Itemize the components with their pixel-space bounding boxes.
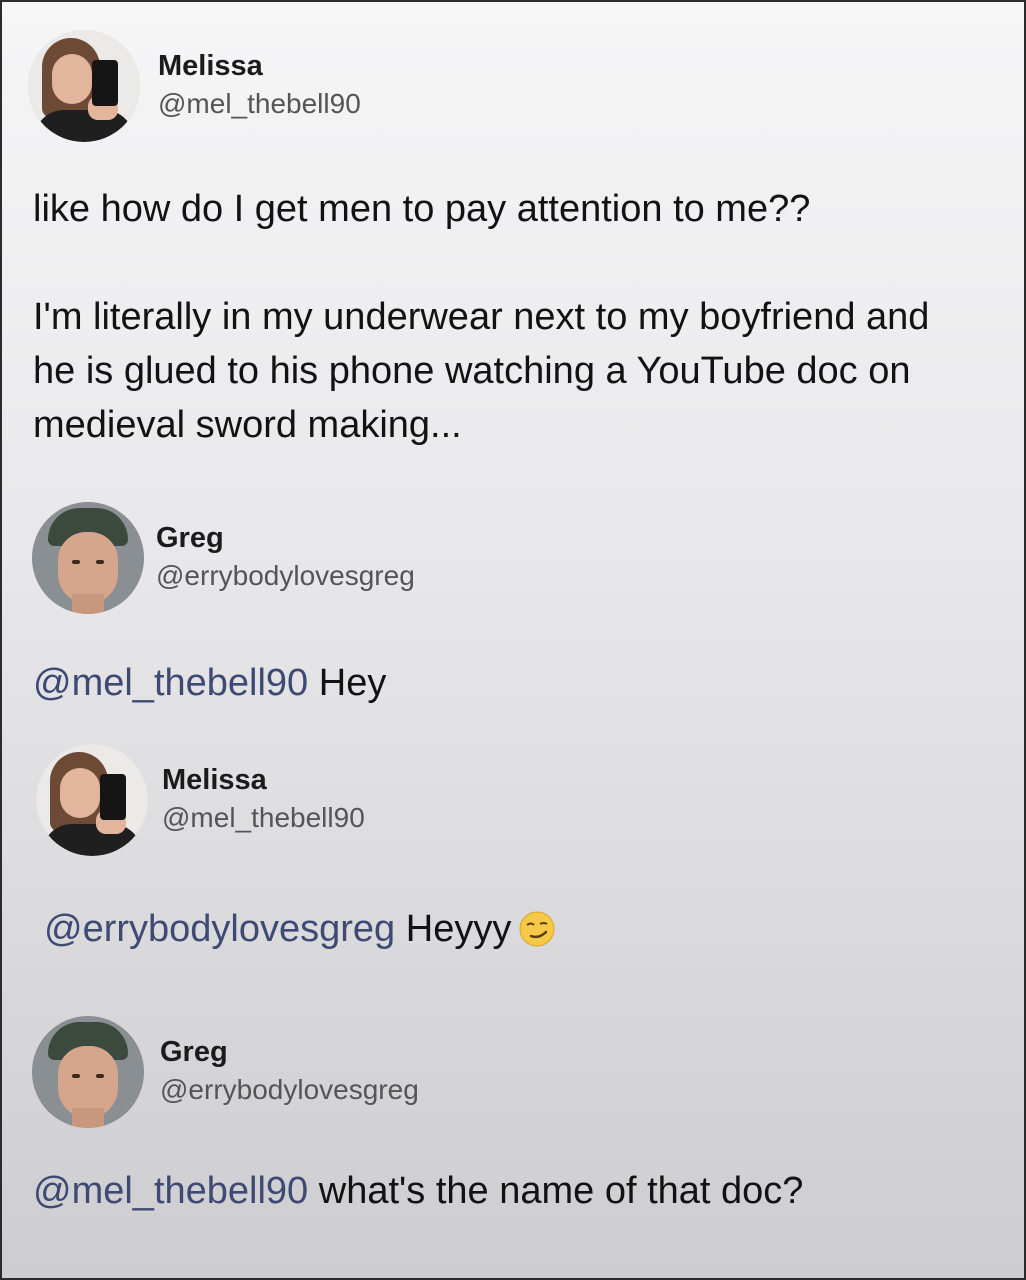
post-text: @mel_thebell90 Hey (33, 656, 386, 710)
post-header: Melissa @mel_thebell90 (36, 744, 365, 856)
post-paragraph: I'm literally in my underwear next to my… (33, 296, 930, 446)
post-header: Greg @errybodylovesgreg (32, 1016, 419, 1128)
mention-link[interactable]: @errybodylovesgreg (44, 908, 395, 950)
display-name[interactable]: Melissa (158, 48, 361, 84)
mention-link[interactable]: @mel_thebell90 (33, 1170, 308, 1212)
smirking-face-icon (519, 908, 555, 962)
reply-text: Heyyy (395, 908, 512, 950)
avatar[interactable] (32, 1016, 144, 1128)
display-name[interactable]: Greg (160, 1034, 419, 1070)
handle[interactable]: @errybodylovesgreg (156, 556, 415, 596)
post-header: Greg @errybodylovesgreg (32, 502, 415, 614)
post-text: @errybodylovesgreg Heyyy (44, 902, 555, 962)
mention-link[interactable]: @mel_thebell90 (33, 662, 308, 704)
reply-text: Hey (308, 662, 387, 704)
avatar[interactable] (28, 30, 140, 142)
avatar[interactable] (36, 744, 148, 856)
reply-text: what's the name of that doc? (308, 1170, 804, 1212)
post-header: Melissa @mel_thebell90 (28, 30, 361, 142)
handle[interactable]: @errybodylovesgreg (160, 1070, 419, 1110)
handle[interactable]: @mel_thebell90 (158, 84, 361, 124)
avatar[interactable] (32, 502, 144, 614)
display-name[interactable]: Greg (156, 520, 415, 556)
display-name[interactable]: Melissa (162, 762, 365, 798)
handle[interactable]: @mel_thebell90 (162, 798, 365, 838)
post-paragraph: like how do I get men to pay attention t… (33, 188, 811, 230)
post-text: @mel_thebell90 what's the name of that d… (33, 1164, 803, 1218)
post-text: like how do I get men to pay attention t… (33, 182, 993, 452)
